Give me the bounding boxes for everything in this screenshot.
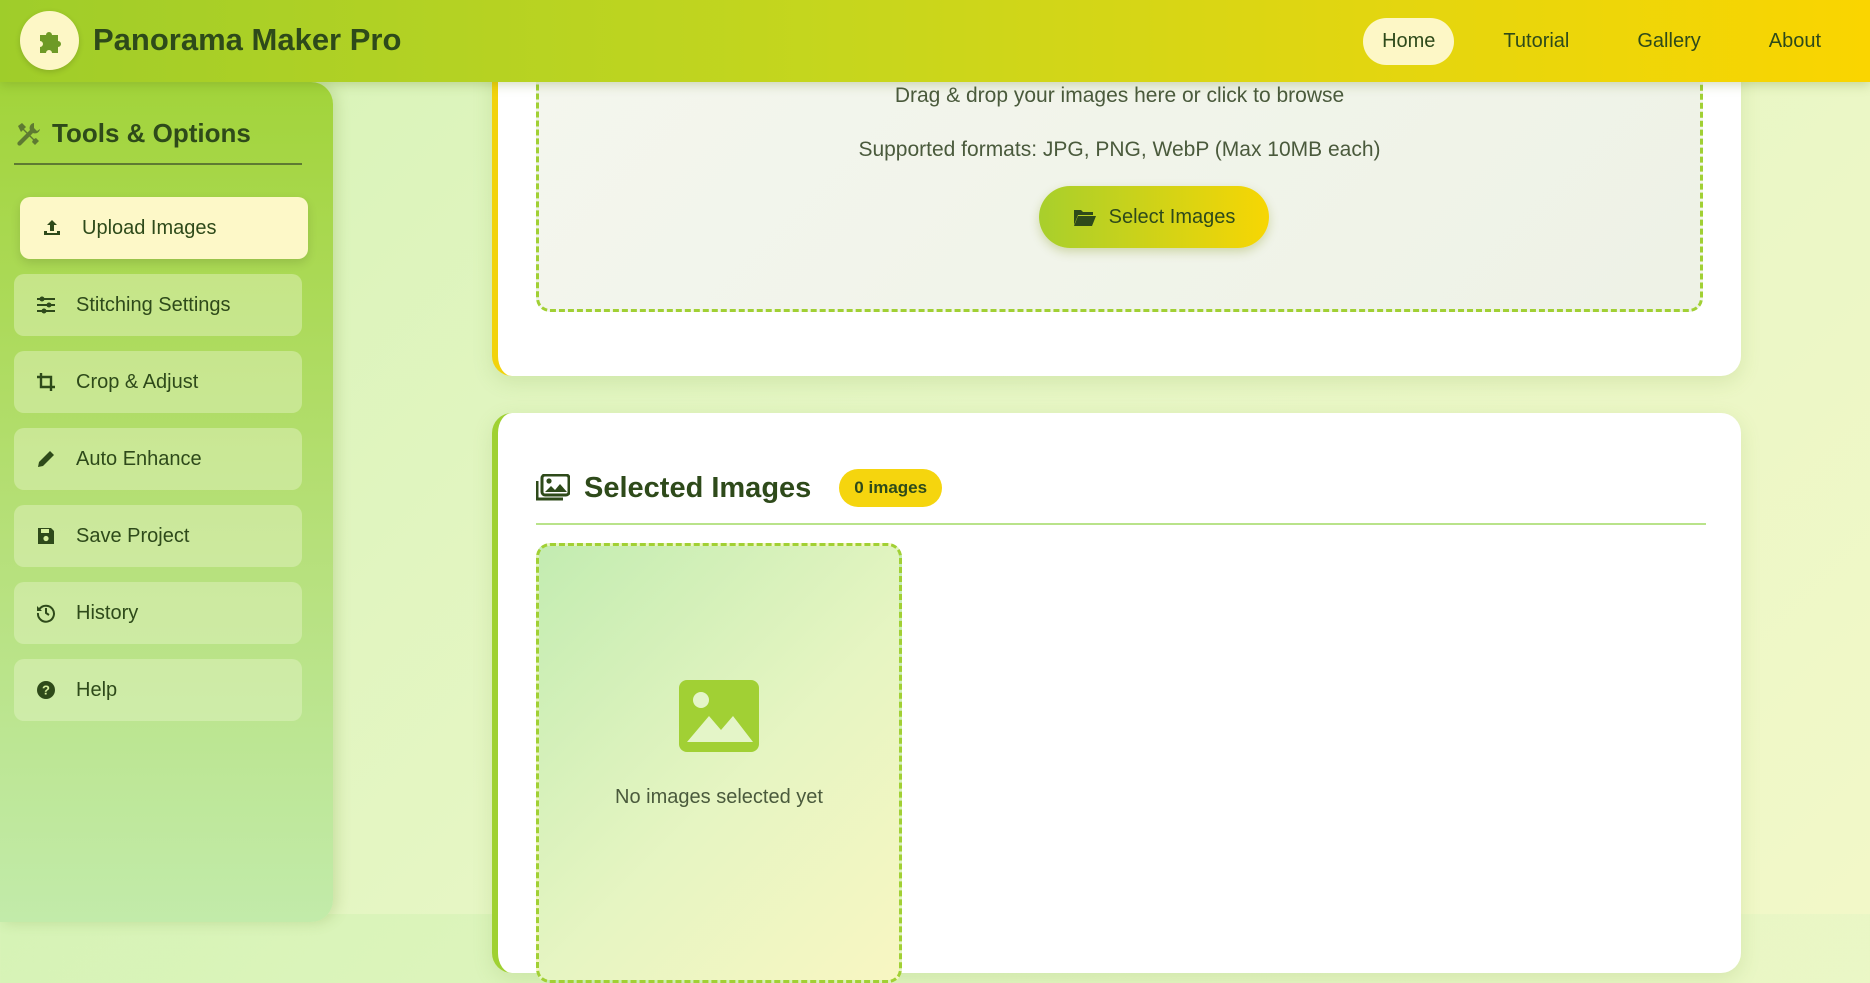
- sidebar-menu: Upload Images Stitching Settings Crop & …: [14, 197, 319, 721]
- empty-images-text: No images selected yet: [615, 786, 823, 808]
- folder-open-icon: [1073, 210, 1096, 226]
- sidebar-title: Tools & Options: [14, 118, 302, 165]
- logo[interactable]: [20, 11, 79, 70]
- save-icon: [34, 524, 58, 548]
- image-count-badge: 0 images: [839, 469, 943, 507]
- pencil-icon: [34, 447, 58, 471]
- empty-images-placeholder: No images selected yet: [536, 543, 902, 983]
- select-images-button[interactable]: Select Images: [1039, 186, 1269, 248]
- sidebar-item-upload-images[interactable]: Upload Images: [20, 197, 308, 259]
- tools-icon: [17, 122, 40, 146]
- sliders-icon: [34, 293, 58, 317]
- selected-images-header: Selected Images 0 images: [536, 453, 1706, 525]
- help-icon: ?: [34, 678, 58, 702]
- images-icon: [536, 474, 570, 501]
- image-icon: [679, 680, 759, 752]
- app-title: Panorama Maker Pro: [93, 22, 402, 57]
- drop-zone-text: Drag & drop your images here or click to…: [894, 84, 1345, 107]
- sidebar-item-history[interactable]: History: [14, 582, 302, 644]
- nav-about[interactable]: About: [1750, 18, 1840, 65]
- sidebar: Tools & Options Upload Images Stitching …: [0, 82, 333, 922]
- sidebar-item-label: Crop & Adjust: [76, 370, 199, 393]
- sidebar-item-label: Stitching Settings: [76, 293, 231, 316]
- crop-icon: [34, 370, 58, 394]
- nav-gallery[interactable]: Gallery: [1618, 18, 1719, 65]
- nav-tutorial[interactable]: Tutorial: [1484, 18, 1588, 65]
- supported-formats-text: Supported formats: JPG, PNG, WebP (Max 1…: [858, 138, 1381, 161]
- puzzle-icon: [39, 31, 61, 53]
- selected-images-title: Selected Images: [584, 471, 812, 504]
- nav-home[interactable]: Home: [1363, 17, 1455, 65]
- sidebar-item-label: Save Project: [76, 524, 190, 547]
- sidebar-item-label: Help: [76, 678, 118, 701]
- sidebar-item-crop-adjust[interactable]: Crop & Adjust: [14, 351, 302, 413]
- main-nav: Home Tutorial Gallery About: [1363, 0, 1870, 82]
- sidebar-item-stitching-settings[interactable]: Stitching Settings: [14, 274, 302, 336]
- history-icon: [34, 601, 58, 625]
- sidebar-item-auto-enhance[interactable]: Auto Enhance: [14, 428, 302, 490]
- svg-text:?: ?: [42, 683, 50, 698]
- sidebar-title-text: Tools & Options: [52, 118, 251, 148]
- selected-images-card: Selected Images 0 images No images selec…: [492, 413, 1741, 983]
- sidebar-item-save-project[interactable]: Save Project: [14, 505, 302, 567]
- sidebar-item-label: History: [76, 601, 139, 624]
- top-header: Panorama Maker Pro Home Tutorial Gallery…: [0, 0, 1870, 82]
- sidebar-item-label: Upload Images: [82, 216, 217, 239]
- sidebar-item-help[interactable]: ? Help: [14, 659, 302, 721]
- upload-icon: [40, 216, 64, 240]
- sidebar-item-label: Auto Enhance: [76, 447, 202, 470]
- select-images-label: Select Images: [1108, 205, 1236, 228]
